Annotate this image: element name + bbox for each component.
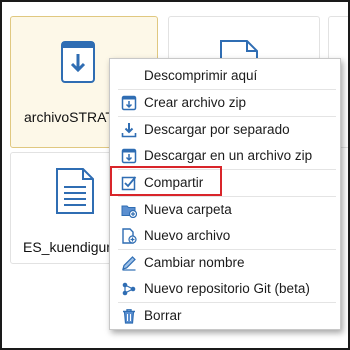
- zip-archive-icon: [61, 41, 95, 83]
- menu-item-label: Crear archivo zip: [144, 95, 247, 110]
- new-file-icon: [121, 228, 137, 244]
- pen-icon: [121, 255, 137, 271]
- new-folder-icon: [121, 202, 138, 219]
- document-icon: [55, 167, 95, 220]
- menu-item-label: Descomprimir aquí: [144, 68, 258, 83]
- highlight-box: [110, 166, 222, 196]
- menu-item-crear-zip[interactable]: Crear archivo zip: [110, 90, 340, 116]
- menu-item-descomprimir[interactable]: Descomprimir aquí: [110, 63, 340, 89]
- menu-item-label: Borrar: [144, 308, 182, 323]
- menu-item-label: Nueva carpeta: [144, 202, 232, 217]
- git-icon: [121, 281, 137, 297]
- menu-item-cambiar-nombre[interactable]: Cambiar nombre: [110, 250, 340, 276]
- menu-item-nuevo-archivo[interactable]: Nuevo archivo: [110, 223, 340, 249]
- file-manager-view: archivoSTRATO ES_kuendigung Descomprimir…: [0, 0, 350, 350]
- zip-download-icon: [121, 148, 137, 164]
- menu-item-label: Nuevo repositorio Git (beta): [144, 281, 310, 296]
- zip-archive-icon: [121, 95, 137, 111]
- menu-item-label: Descargar en un archivo zip: [144, 148, 313, 163]
- trash-icon: [121, 308, 137, 324]
- menu-item-borrar[interactable]: Borrar: [110, 303, 340, 329]
- download-icon: [121, 122, 137, 138]
- menu-item-nueva-carpeta[interactable]: Nueva carpeta: [110, 197, 340, 223]
- menu-item-label: Descargar por separado: [144, 122, 290, 137]
- menu-item-nuevo-repositorio-git[interactable]: Nuevo repositorio Git (beta): [110, 276, 340, 302]
- menu-item-label: Cambiar nombre: [144, 255, 245, 270]
- file-name: ES_kuendigung: [23, 239, 122, 255]
- menu-item-label: Nuevo archivo: [144, 228, 231, 243]
- menu-item-descargar-separado[interactable]: Descargar por separado: [110, 117, 340, 143]
